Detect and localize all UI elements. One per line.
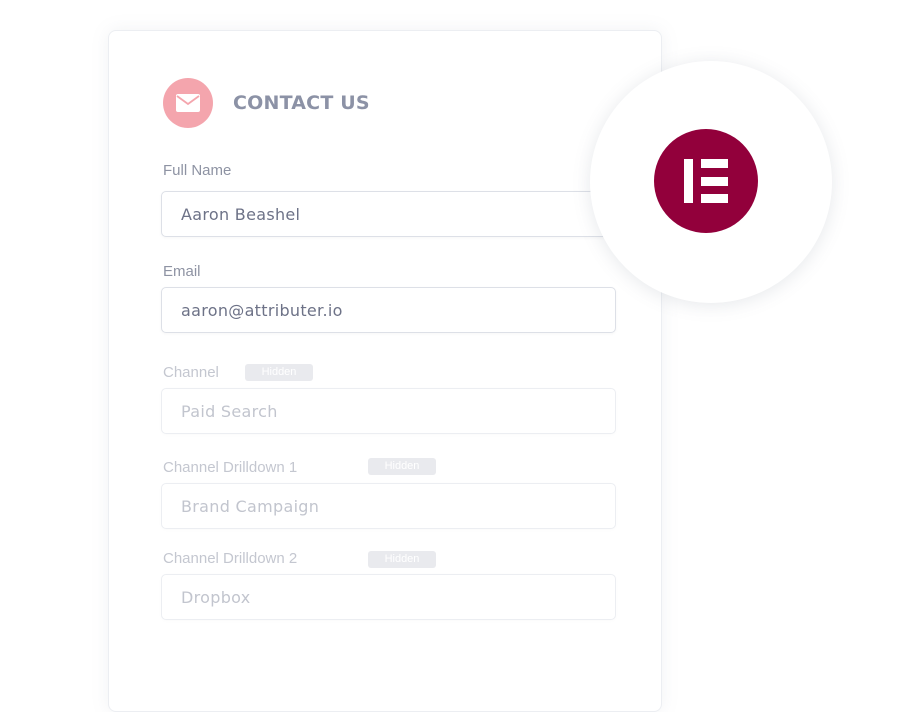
full-name-label: Full Name bbox=[163, 162, 232, 179]
channel-drilldown-1-label: Channel Drilldown 1 bbox=[163, 459, 298, 476]
elementor-logo-icon bbox=[654, 129, 758, 233]
email-field[interactable] bbox=[161, 287, 616, 333]
email-label: Email bbox=[163, 263, 201, 280]
hidden-badge: Hidden bbox=[368, 551, 436, 568]
hidden-badge: Hidden bbox=[368, 458, 436, 475]
channel-drilldown-2-label: Channel Drilldown 2 bbox=[163, 550, 298, 567]
full-name-field[interactable] bbox=[161, 191, 616, 237]
channel-label: Channel bbox=[163, 364, 219, 381]
channel-drilldown-2-field[interactable] bbox=[161, 574, 616, 620]
logo-badge bbox=[590, 61, 832, 303]
hidden-badge: Hidden bbox=[245, 364, 313, 381]
form-header: CONTACT US bbox=[163, 78, 370, 128]
page-title: CONTACT US bbox=[233, 92, 370, 114]
envelope-icon bbox=[163, 78, 213, 128]
contact-form-card: CONTACT US Full Name Email Channel Hidde… bbox=[108, 30, 662, 712]
channel-field[interactable] bbox=[161, 388, 616, 434]
channel-drilldown-1-field[interactable] bbox=[161, 483, 616, 529]
